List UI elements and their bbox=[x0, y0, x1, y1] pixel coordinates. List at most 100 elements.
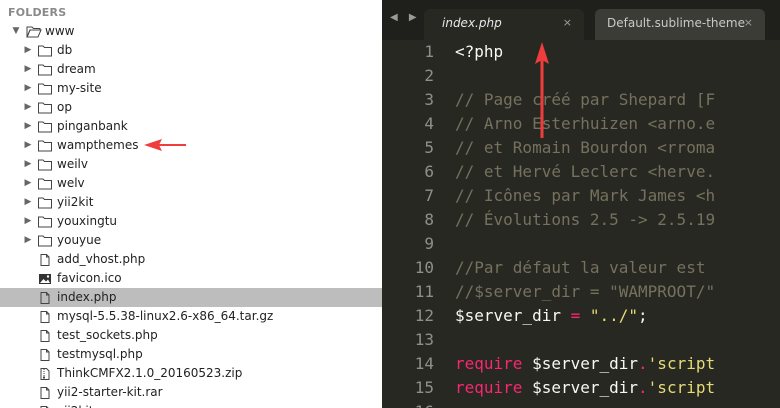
file-tree: ▼ www ▶ db ▶ dream ▶ my-site ▶ op ▶ pinganbank ▶ wamp… bbox=[0, 22, 382, 408]
code-area[interactable]: 1 <?php 2 3 // Page créé par Shepard [F 4 // A… bbox=[382, 40, 780, 408]
sidebar-item-mysql-5-5-38-linux2-6-x86-64-tar-gz[interactable]: mysql-5.5.38-linux2.6-x86_64.tar.gz bbox=[0, 307, 382, 326]
code-line[interactable]: 7 // Icônes par Mark James <h bbox=[382, 184, 780, 208]
folder-icon bbox=[38, 215, 52, 228]
code-token: . bbox=[638, 378, 648, 397]
folder-open-icon bbox=[26, 25, 42, 38]
code-line[interactable]: 2 bbox=[382, 64, 780, 88]
sidebar-item-label: yii2-starter-kit.rar bbox=[57, 385, 163, 399]
code-text: // Page créé par Shepard [F bbox=[455, 88, 715, 112]
disclosure-collapsed-icon[interactable]: ▶ bbox=[23, 193, 33, 212]
sidebar-item-db[interactable]: ▶ db bbox=[0, 41, 382, 60]
disclosure-collapsed-icon[interactable]: ▶ bbox=[23, 212, 33, 231]
code-token: // Icônes par Mark James <h bbox=[455, 186, 716, 205]
disclosure-collapsed-icon[interactable]: ▶ bbox=[23, 41, 33, 60]
sidebar-item-welv[interactable]: ▶ welv bbox=[0, 174, 382, 193]
folder-icon bbox=[38, 82, 52, 95]
disclosure-collapsed-icon[interactable]: ▶ bbox=[23, 174, 33, 193]
line-number: 8 bbox=[424, 210, 434, 229]
code-line[interactable]: 10 //Par défaut la valeur est bbox=[382, 256, 780, 280]
disclosure-collapsed-icon[interactable]: ▶ bbox=[23, 136, 33, 155]
sidebar-item-youxingtu[interactable]: ▶ youxingtu bbox=[0, 212, 382, 231]
sidebar-item-label: mysql-5.5.38-linux2.6-x86_64.tar.gz bbox=[57, 309, 274, 323]
sidebar-item-index-php[interactable]: index.php bbox=[0, 288, 382, 307]
code-token: 'script bbox=[647, 378, 716, 397]
disclosure-collapsed-icon[interactable]: ▶ bbox=[23, 231, 33, 250]
sidebar-item-add-vhost-php[interactable]: add_vhost.php bbox=[0, 250, 382, 269]
sidebar-item-thinkcmfx2-1-0-20160523-zip[interactable]: ThinkCMFX2.1.0_20160523.zip bbox=[0, 364, 382, 383]
sidebar-item-youyue[interactable]: ▶ youyue bbox=[0, 231, 382, 250]
sidebar-item-op[interactable]: ▶ op bbox=[0, 98, 382, 117]
code-token: //Par défaut la valeur est bbox=[455, 258, 716, 277]
code-line[interactable]: 13 bbox=[382, 328, 780, 352]
code-token: . bbox=[638, 354, 648, 373]
code-line[interactable]: 15 require $server_dir.'script bbox=[382, 376, 780, 400]
sidebar-item-weilv[interactable]: ▶ weilv bbox=[0, 155, 382, 174]
code-token: 'script bbox=[647, 354, 716, 373]
code-line[interactable]: 11 //$server_dir = "WAMPROOT/" bbox=[382, 280, 780, 304]
sidebar-item-www[interactable]: ▼ www bbox=[0, 22, 382, 41]
code-line[interactable]: 8 // Évolutions 2.5 -> 2.5.19 bbox=[382, 208, 780, 232]
code-text: <?php bbox=[455, 40, 503, 64]
code-line[interactable]: 6 // et Hervé Leclerc <herve. bbox=[382, 160, 780, 184]
code-text: require $server_dir.'script bbox=[455, 352, 715, 376]
folder-icon bbox=[38, 177, 52, 190]
file-icon bbox=[38, 386, 52, 399]
file-icon bbox=[38, 310, 52, 323]
sidebar-item-dream[interactable]: ▶ dream bbox=[0, 60, 382, 79]
sidebar-item-testmysql-php[interactable]: testmysql.php bbox=[0, 345, 382, 364]
close-icon[interactable]: × bbox=[563, 9, 572, 37]
disclosure-collapsed-icon[interactable]: ▶ bbox=[23, 155, 33, 174]
code-token: = bbox=[570, 306, 581, 325]
code-token: ; bbox=[638, 306, 648, 325]
code-text: $server_dir = "../"; bbox=[455, 304, 648, 328]
sidebar-item-pinganbank[interactable]: ▶ pinganbank bbox=[0, 117, 382, 136]
code-line[interactable]: 12 $server_dir = "../"; bbox=[382, 304, 780, 328]
disclosure-collapsed-icon[interactable]: ▶ bbox=[23, 60, 33, 79]
tab-nav-arrows[interactable]: ◀ ▶ bbox=[390, 12, 421, 23]
sidebar-item-label: weilv bbox=[57, 157, 88, 171]
code-token: $server_dir bbox=[455, 306, 571, 325]
sidebar-item-label: youxingtu bbox=[57, 214, 118, 228]
code-text: // Icônes par Mark James <h bbox=[455, 184, 715, 208]
tab-default-sublime-theme[interactable]: Default.sublime-theme × bbox=[595, 9, 765, 40]
code-line[interactable]: 9 bbox=[382, 232, 780, 256]
disclosure-collapsed-icon[interactable]: ▶ bbox=[23, 79, 33, 98]
sidebar-item-yii2kit[interactable]: ▶ yii2kit bbox=[0, 193, 382, 212]
code-line[interactable]: 16 bbox=[382, 400, 780, 408]
file-icon bbox=[38, 253, 52, 266]
folder-icon bbox=[38, 139, 52, 152]
disclosure-collapsed-icon[interactable]: ▶ bbox=[23, 117, 33, 136]
sidebar-item-label: www bbox=[45, 24, 75, 38]
tab-index-php[interactable]: index.php × bbox=[424, 9, 584, 40]
sidebar-item-label: wampthemes bbox=[57, 138, 139, 152]
sidebar-item-my-site[interactable]: ▶ my-site bbox=[0, 79, 382, 98]
disclosure-collapsed-icon[interactable]: ▶ bbox=[23, 98, 33, 117]
line-number: 4 bbox=[424, 114, 434, 133]
sidebar-item-favicon-ico[interactable]: favicon.ico bbox=[0, 269, 382, 288]
sidebar-item-label: favicon.ico bbox=[57, 271, 122, 285]
sidebar-item-label: testmysql.php bbox=[57, 347, 143, 361]
code-line[interactable]: 4 // Arno Esterhuizen <arno.e bbox=[382, 112, 780, 136]
line-number: 14 bbox=[414, 354, 434, 373]
code-line[interactable]: 5 // et Romain Bourdon <rroma bbox=[382, 136, 780, 160]
sidebar-item-label: dream bbox=[57, 62, 96, 76]
sidebar-item-label: ThinkCMFX2.1.0_20160523.zip bbox=[57, 366, 243, 380]
sidebar-item-yii2kit[interactable]: yii2kit bbox=[0, 402, 382, 408]
folder-icon bbox=[38, 101, 52, 114]
sidebar-item-label: yii2kit bbox=[57, 195, 94, 209]
code-token: // Arno Esterhuizen <arno.e bbox=[455, 114, 716, 133]
disclosure-expanded-icon[interactable]: ▼ bbox=[11, 22, 21, 41]
line-number: 2 bbox=[424, 66, 434, 85]
code-line[interactable]: 3 // Page créé par Shepard [F bbox=[382, 88, 780, 112]
sidebar-item-yii2-starter-kit-rar[interactable]: yii2-starter-kit.rar bbox=[0, 383, 382, 402]
code-line[interactable]: 1 <?php bbox=[382, 40, 780, 64]
close-icon[interactable]: × bbox=[744, 9, 753, 37]
sidebar-item-wampthemes[interactable]: ▶ wampthemes bbox=[0, 136, 382, 155]
code-token: $server_dir bbox=[522, 378, 639, 397]
sidebar-item-test-sockets-php[interactable]: test_sockets.php bbox=[0, 326, 382, 345]
code-token: $server_dir bbox=[522, 354, 639, 373]
code-line[interactable]: 14 require $server_dir.'script bbox=[382, 352, 780, 376]
editor: ◀ ▶ index.php × Default.sublime-theme × … bbox=[382, 0, 780, 408]
sidebar-item-label: op bbox=[57, 100, 72, 114]
